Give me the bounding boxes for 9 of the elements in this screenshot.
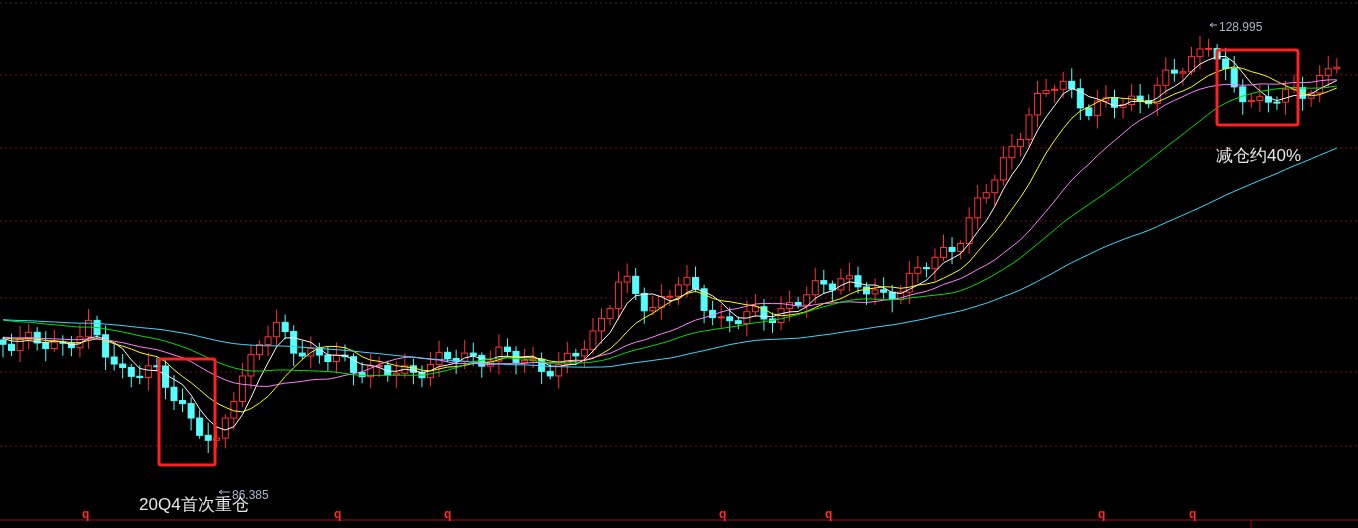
annotation-text: 减仓约40% (1216, 145, 1302, 167)
marker-letter: q (1098, 506, 1106, 523)
marker-letter: q (444, 506, 452, 523)
marker-letter: q (82, 506, 90, 523)
marker-letter: q (825, 506, 833, 523)
marker-letter: q (719, 506, 727, 523)
marker-letter: q (334, 506, 342, 523)
price-label: 128.995 (1219, 19, 1263, 36)
marker-letter: q (1189, 506, 1197, 523)
